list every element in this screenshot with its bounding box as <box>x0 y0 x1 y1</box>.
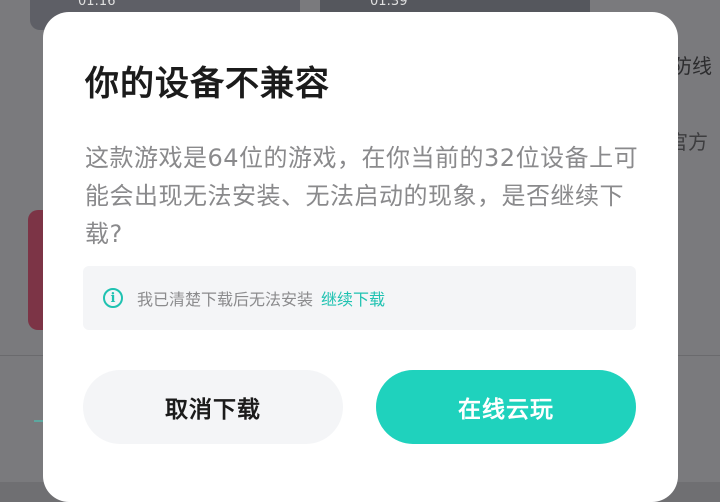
background-text: 防线 <box>672 54 712 78</box>
video-duration: 01:39 <box>370 0 408 9</box>
cloud-play-button[interactable]: 在线云玩 <box>376 370 636 444</box>
incompatible-device-dialog: 你的设备不兼容 这款游戏是64位的游戏，在你当前的32位设备上可能会出现无法安装… <box>43 12 678 502</box>
cancel-download-button[interactable]: 取消下载 <box>83 370 343 444</box>
info-icon: i <box>103 288 123 308</box>
dialog-message: 这款游戏是64位的游戏，在你当前的32位设备上可能会出现无法安装、无法启动的现象… <box>85 144 639 248</box>
notice-text: 我已清楚下载后无法安装 <box>137 290 314 309</box>
dialog-title: 你的设备不兼容 <box>85 64 330 104</box>
notice-box: i 我已清楚下载后无法安装 继续下载 <box>83 266 636 330</box>
video-duration: 01:16 <box>78 0 116 9</box>
continue-download-link[interactable]: 继续下载 <box>321 286 385 310</box>
